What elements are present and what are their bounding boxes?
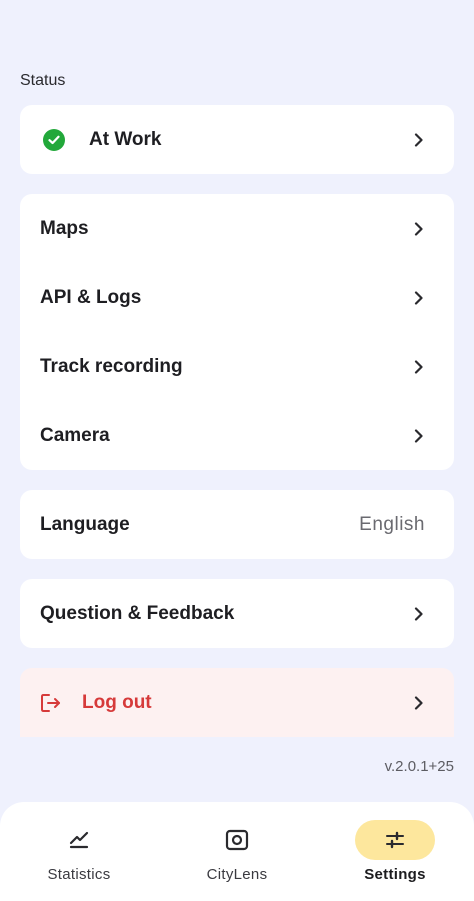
language-row[interactable]: Language English [20, 490, 454, 559]
nav-item-citylens[interactable]: CityLens [187, 820, 287, 890]
language-card: Language English [20, 490, 454, 559]
chevron-right-icon [414, 428, 423, 443]
nav-label: Settings [364, 866, 426, 883]
settings-menu-card: Maps API & Logs Track recording Camera [20, 194, 454, 470]
chevron-right-icon [414, 606, 423, 621]
sliders-icon [386, 831, 404, 849]
nav-item-statistics[interactable]: Statistics [29, 820, 129, 890]
logout-button[interactable]: Log out [20, 668, 454, 737]
logout-icon [41, 693, 60, 712]
check-circle-icon [43, 128, 65, 151]
menu-item-maps[interactable]: Maps [20, 194, 454, 263]
nav-pill [39, 820, 119, 860]
logout-card: Log out [20, 668, 454, 737]
menu-item-label: API & Logs [40, 286, 142, 308]
nav-item-settings[interactable]: Settings [345, 820, 445, 890]
camera-icon [225, 829, 249, 851]
feedback-card: Question & Feedback [20, 579, 454, 648]
language-label: Language [40, 513, 130, 535]
status-value: At Work [89, 128, 162, 150]
menu-item-camera[interactable]: Camera [20, 401, 454, 470]
nav-pill [197, 820, 277, 860]
menu-item-label: Camera [40, 424, 110, 446]
menu-item-api-logs[interactable]: API & Logs [20, 263, 454, 332]
chevron-right-icon [414, 359, 423, 374]
nav-pill-active [355, 820, 435, 860]
feedback-label: Question & Feedback [40, 602, 235, 624]
menu-item-label: Track recording [40, 355, 183, 377]
status-card: At Work [20, 105, 454, 174]
chevron-right-icon [414, 221, 423, 236]
status-section-label: Status [20, 72, 66, 89]
status-row[interactable]: At Work [20, 105, 454, 174]
chevron-right-icon [414, 695, 423, 710]
language-value: English [359, 513, 425, 535]
nav-label: Statistics [47, 866, 111, 883]
feedback-row[interactable]: Question & Feedback [20, 579, 454, 648]
logout-label: Log out [82, 691, 152, 713]
menu-item-label: Maps [40, 217, 89, 239]
app-version: v.2.0.1+25 [384, 758, 454, 775]
chevron-right-icon [414, 132, 423, 147]
chart-line-icon [69, 831, 89, 849]
bottom-navigation: Statistics CityLens Settings [0, 802, 474, 901]
nav-label: CityLens [206, 866, 268, 883]
menu-item-track-recording[interactable]: Track recording [20, 332, 454, 401]
chevron-right-icon [414, 290, 423, 305]
